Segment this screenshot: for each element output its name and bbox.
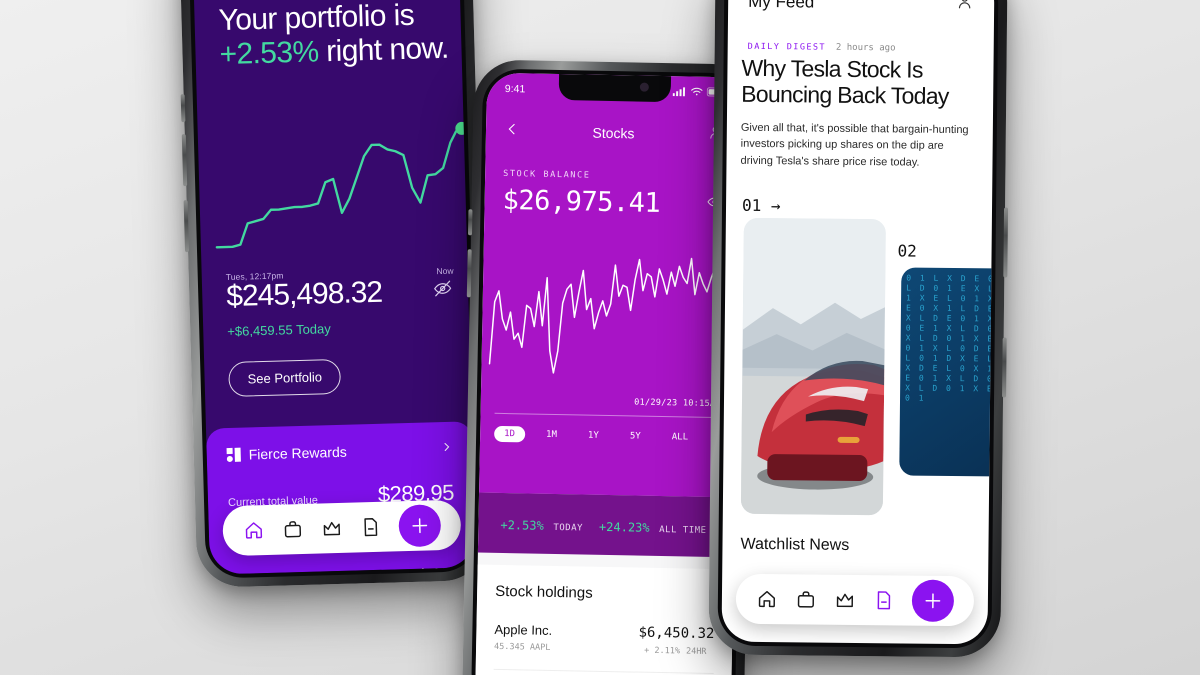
eye-off-icon[interactable]: [433, 279, 453, 304]
data-code-image-card[interactable]: 0 1 L X D E 0 1 X L D 0 1 E X L 0 D 1 X …: [899, 267, 995, 477]
holding-change-pct: + 2.11%: [644, 645, 681, 657]
portfolio-balance: $245,498.32: [225, 275, 383, 314]
timeframe-selector: 1D 1M 1Y 5Y ALL: [494, 423, 722, 449]
wifi-icon: [691, 86, 703, 99]
feed-header: My Feed: [748, 0, 974, 16]
timeframe-1m[interactable]: 1M: [536, 427, 567, 444]
performance-today-value: +2.53%: [500, 517, 544, 533]
scene: Your portfolio is +2.53% right now. Tues…: [0, 0, 1200, 675]
holdings-divider: [493, 668, 714, 675]
right-phone-bottom-nav: [735, 573, 975, 627]
timeframe-1d[interactable]: 1D: [494, 425, 526, 443]
add-button[interactable]: [911, 579, 954, 623]
chart-timestamp: 01/29/23 10:15AM: [634, 397, 721, 410]
holding-row[interactable]: Apple Inc. 45.345 AAPL $6,450.32 + 2.11%…: [494, 622, 715, 657]
chart-icon[interactable]: [321, 517, 344, 540]
person-icon[interactable]: [955, 0, 974, 16]
card-index-01[interactable]: 01 →: [742, 196, 781, 215]
home-icon[interactable]: [243, 519, 266, 542]
see-portfolio-button[interactable]: See Portfolio: [228, 358, 342, 397]
performance-summary: +2.53% TODAY +24.23% ALL TIME: [477, 492, 735, 558]
portfolio-balance-row: $245,498.32: [226, 274, 453, 314]
article-headline[interactable]: Why Tesla Stock Is Bouncing Back Today: [741, 55, 980, 110]
briefcase-icon[interactable]: [282, 518, 305, 541]
holdings-title: Stock holdings: [494, 582, 593, 602]
left-phone-bottom-nav: [222, 499, 462, 557]
feed-title: My Feed: [748, 0, 815, 12]
stock-balance-row: $26,975.41: [502, 185, 723, 220]
headline-percent: +2.53%: [219, 34, 319, 71]
stocks-chart-line: [488, 257, 738, 374]
stock-balance-amount: $26,975.41: [502, 184, 661, 219]
portfolio-daily-change: +$6,459.55 Today: [227, 321, 331, 340]
binary-code-texture: 0 1 L X D E 0 1 X L D 0 1 E X L 0 D 1 X …: [904, 273, 995, 403]
watchlist-news-title: Watchlist News: [740, 535, 850, 554]
right-phone-mockup: My Feed DAILY DIGEST 2 hours ago Why Tes…: [708, 0, 1009, 658]
portfolio-line-chart[interactable]: [207, 111, 469, 258]
left-phone-screen: Your portfolio is +2.53% right now. Tues…: [192, 0, 476, 575]
portfolio-chart-svg: [215, 121, 469, 249]
performance-alltime-label: ALL TIME: [659, 524, 707, 536]
middle-phone-screen: 9:41 Stocks STOCK BALANCE $26,975.41 01/…: [474, 72, 744, 675]
briefcase-icon[interactable]: [795, 588, 817, 610]
article-kicker: DAILY DIGEST: [747, 41, 826, 53]
performance-today-label: TODAY: [553, 522, 584, 534]
article-body: Given all that, it's possible that barga…: [740, 121, 969, 169]
right-phone-side-button[interactable]: [1002, 337, 1007, 398]
tesla-car-illustration: [740, 217, 886, 516]
holding-change: + 2.11% 24HR: [638, 646, 714, 657]
holding-name: Apple Inc.: [494, 621, 553, 638]
headline-line-1: Your portfolio is: [218, 0, 415, 38]
tesla-car-image-card[interactable]: [740, 217, 886, 516]
article-timeago: 2 hours ago: [835, 42, 896, 54]
chart-icon[interactable]: [834, 589, 856, 611]
document-icon[interactable]: [873, 589, 895, 611]
add-button[interactable]: [397, 504, 441, 548]
performance-alltime-value: +24.23%: [598, 519, 650, 535]
chevron-left-icon[interactable]: [504, 120, 520, 141]
status-time: 9:41: [504, 82, 526, 96]
stocks-line-chart[interactable]: [481, 249, 740, 394]
home-icon[interactable]: [756, 588, 778, 610]
stocks-top-bar: Stocks: [486, 117, 742, 150]
timeframe-5y[interactable]: 5Y: [620, 428, 651, 445]
stock-balance-label: STOCK BALANCE: [503, 168, 591, 181]
rewards-card-header: Fierce Rewards: [226, 440, 452, 464]
left-phone-mockup: Your portfolio is +2.53% right now. Tues…: [178, 0, 490, 588]
chevron-right-icon[interactable]: [440, 440, 452, 458]
right-phone-screen: My Feed DAILY DIGEST 2 hours ago Why Tes…: [721, 0, 995, 645]
holding-change-period: 24HR: [685, 646, 707, 657]
document-icon[interactable]: [359, 516, 382, 539]
stock-holdings-section: Stock holdings Apple Inc. 45.345 AAPL $6…: [474, 564, 734, 675]
headline-line-2: right now.: [325, 31, 450, 68]
left-phone-volume-up-button[interactable]: [180, 94, 186, 123]
page-title: Stocks: [592, 124, 635, 142]
middle-phone-volume-up-button[interactable]: [467, 209, 473, 236]
article-meta: DAILY DIGEST 2 hours ago: [748, 42, 896, 54]
card-index-02[interactable]: 02: [897, 241, 916, 260]
holding-value: $6,450.32: [638, 624, 715, 643]
timeframe-all[interactable]: ALL: [662, 429, 699, 446]
holding-shares: 45.345 AAPL: [493, 641, 551, 653]
rewards-logo-icon: [226, 447, 241, 463]
stocks-chart-svg: [488, 257, 738, 374]
portfolio-headline: Your portfolio is +2.53% right now.: [218, 0, 452, 71]
rewards-title: Fierce Rewards: [248, 443, 347, 463]
timeframe-1y[interactable]: 1Y: [578, 427, 609, 444]
right-phone-power-button[interactable]: [1003, 207, 1009, 278]
signal-icon: [672, 86, 687, 99]
portfolio-chart-line: [215, 127, 463, 249]
